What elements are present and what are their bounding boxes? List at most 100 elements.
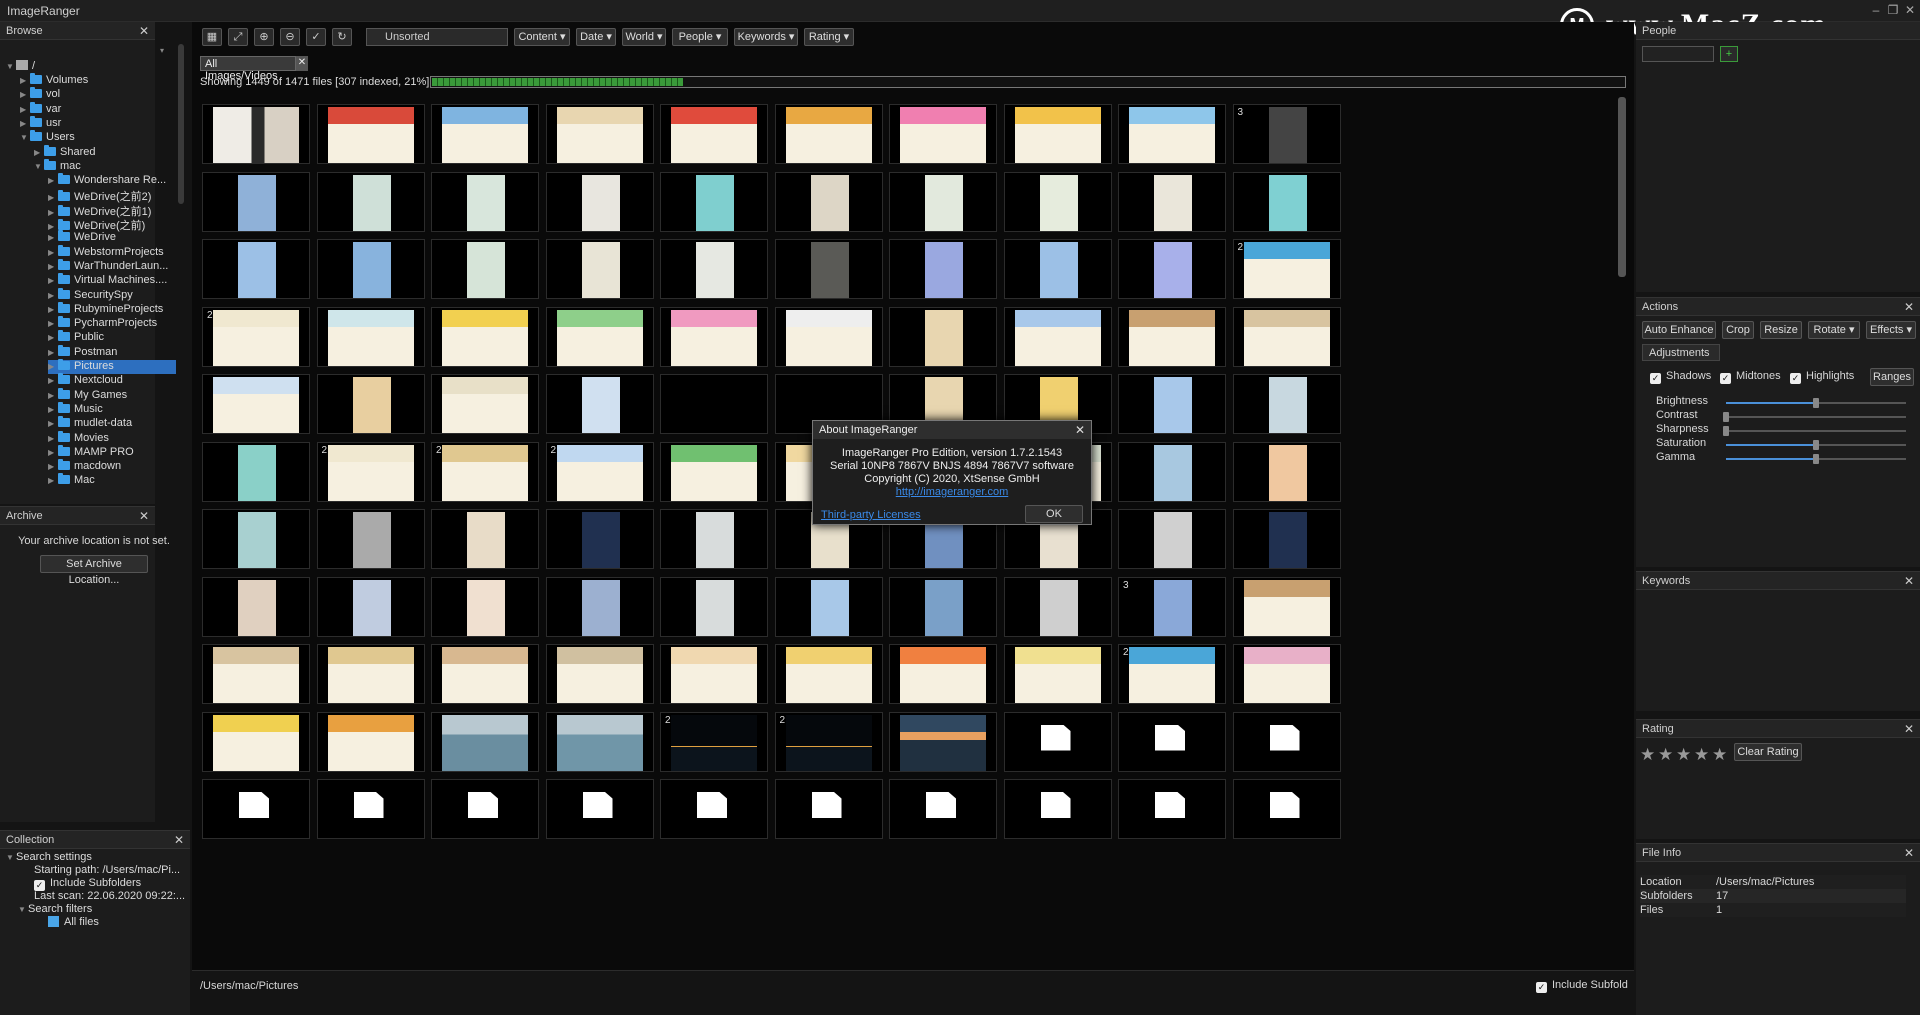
close-tab-icon[interactable]: ✕ bbox=[296, 56, 308, 71]
thumbnail[interactable] bbox=[202, 576, 310, 637]
thumbnail[interactable] bbox=[1003, 171, 1112, 232]
thumbnail[interactable] bbox=[774, 644, 883, 704]
tree-item[interactable]: ▶ Virtual Machines.... bbox=[48, 273, 167, 288]
thumbnail[interactable] bbox=[431, 306, 539, 367]
tree-item[interactable]: ▶ PycharmProjects bbox=[48, 316, 157, 331]
expand-icon[interactable]: ▶ bbox=[48, 434, 58, 443]
thumbnail[interactable] bbox=[202, 441, 310, 502]
thumbnail[interactable] bbox=[660, 239, 768, 299]
thumbnail[interactable] bbox=[316, 104, 425, 164]
star-icon[interactable]: ★ bbox=[1712, 745, 1727, 765]
thumbnail[interactable]: 3 bbox=[1118, 576, 1226, 637]
slider-knob[interactable] bbox=[1813, 454, 1819, 464]
thumbnail[interactable] bbox=[660, 576, 768, 637]
expand-icon[interactable]: ▶ bbox=[48, 391, 58, 400]
thumbnail[interactable] bbox=[1118, 374, 1226, 434]
footer-subfolders-checkbox[interactable]: ✓ bbox=[1536, 982, 1547, 993]
auto-enhance-button[interactable]: Auto Enhance bbox=[1642, 321, 1716, 339]
slider-knob[interactable] bbox=[1813, 440, 1819, 450]
expand-icon[interactable]: ▶ bbox=[48, 362, 58, 371]
adjustment-slider[interactable] bbox=[1723, 426, 1906, 436]
thumbnail[interactable]: 2 bbox=[1232, 239, 1341, 299]
expand-icon[interactable]: ▶ bbox=[48, 419, 58, 428]
close-window-icon[interactable]: ✕ bbox=[1903, 3, 1917, 17]
thumbnail[interactable] bbox=[889, 239, 997, 299]
thumbnail[interactable] bbox=[431, 644, 539, 704]
thumbnail[interactable] bbox=[1232, 171, 1341, 232]
thumbnail[interactable]: 2 bbox=[660, 711, 768, 772]
thumbnail[interactable] bbox=[774, 171, 883, 232]
thumbnail[interactable] bbox=[1003, 711, 1112, 772]
tree-item[interactable]: ▶ mudlet-data bbox=[48, 416, 132, 431]
thumbnail[interactable] bbox=[660, 441, 768, 502]
thumbnail[interactable] bbox=[316, 711, 425, 772]
expand-icon[interactable]: ▶ bbox=[48, 405, 58, 414]
thumbnail[interactable] bbox=[1118, 441, 1226, 502]
expand-icon[interactable]: ▶ bbox=[48, 176, 58, 185]
expand-icon[interactable]: ▶ bbox=[48, 319, 58, 328]
thumbnail-grid[interactable]: 3 2 2 2 2 2 3 2 2 2 bbox=[192, 94, 1612, 984]
slider-knob[interactable] bbox=[1723, 426, 1729, 436]
thumbnail[interactable] bbox=[1232, 779, 1341, 839]
thumbnail[interactable] bbox=[316, 171, 425, 232]
thumbnail[interactable] bbox=[431, 374, 539, 434]
thumbnail[interactable] bbox=[660, 171, 768, 232]
thumbnail[interactable]: 3 bbox=[1232, 104, 1341, 164]
thumbnail[interactable] bbox=[202, 171, 310, 232]
adjustment-slider[interactable] bbox=[1726, 454, 1906, 464]
highlights-toggle[interactable]: ✓ Highlights bbox=[1790, 370, 1854, 384]
thumbnail[interactable] bbox=[889, 104, 997, 164]
tree-item[interactable]: ▶ SecuritySpy bbox=[48, 287, 133, 303]
expand-icon[interactable]: ▶ bbox=[34, 148, 44, 157]
thumbnail[interactable] bbox=[316, 509, 425, 569]
close-rating-icon[interactable]: ✕ bbox=[1904, 722, 1914, 736]
thumbnail[interactable] bbox=[1232, 374, 1341, 434]
thumbnail[interactable] bbox=[1003, 104, 1112, 164]
sort-select[interactable]: Unsorted bbox=[366, 28, 508, 46]
adjustment-slider[interactable] bbox=[1723, 412, 1906, 422]
search-filters-row[interactable]: ▼ Search filters bbox=[18, 903, 92, 917]
tab-adjustments[interactable]: Adjustments bbox=[1642, 344, 1720, 361]
include-subfolders-row[interactable]: ✓ Include Subfolders bbox=[34, 877, 141, 891]
about-website-link[interactable]: http://imageranger.com bbox=[813, 486, 1091, 498]
thumbnail[interactable] bbox=[431, 509, 539, 569]
thumbnail[interactable] bbox=[1003, 576, 1112, 637]
thumbnail[interactable] bbox=[1232, 509, 1341, 569]
tree-item[interactable]: ▶ macdown bbox=[48, 459, 121, 474]
thumbnail[interactable] bbox=[1118, 239, 1226, 299]
star-icon[interactable]: ★ bbox=[1640, 745, 1655, 765]
thumbnail[interactable] bbox=[1232, 441, 1341, 502]
midtones-toggle[interactable]: ✓ Midtones bbox=[1720, 370, 1781, 384]
thumbnail[interactable] bbox=[316, 306, 425, 367]
expand-icon[interactable]: ▶ bbox=[48, 348, 58, 357]
expand-icon[interactable]: ▶ bbox=[20, 90, 30, 99]
expand-icon[interactable]: ▶ bbox=[48, 208, 58, 217]
set-archive-location-button[interactable]: Set Archive Location... bbox=[40, 555, 148, 586]
highlights-checkbox[interactable]: ✓ bbox=[1790, 373, 1801, 384]
thumbnail[interactable]: 2 bbox=[774, 711, 883, 772]
refresh-icon[interactable]: ↻ bbox=[332, 28, 352, 46]
fit-icon[interactable]: ⤢ bbox=[228, 28, 248, 46]
add-person-icon[interactable]: + bbox=[1720, 46, 1738, 62]
thumbnail[interactable] bbox=[316, 239, 425, 299]
close-browse-icon[interactable]: ✕ bbox=[139, 24, 149, 38]
thumbnail[interactable]: 2 bbox=[1118, 644, 1226, 704]
tree-item[interactable]: ▶ Nextcloud bbox=[48, 373, 123, 388]
tree-item[interactable]: ▶ WeDrive bbox=[48, 230, 116, 245]
thumbnail[interactable] bbox=[660, 779, 768, 839]
thumbnail[interactable] bbox=[431, 104, 539, 164]
third-party-licenses-link[interactable]: Third-party Licenses bbox=[821, 509, 921, 521]
thumbnail[interactable] bbox=[1118, 779, 1226, 839]
expand-icon[interactable]: ▶ bbox=[48, 222, 58, 231]
tree-item[interactable]: ▶ My Games bbox=[48, 387, 127, 403]
tree-root[interactable]: ▼ / bbox=[6, 60, 35, 74]
crop-button[interactable]: Crop bbox=[1722, 321, 1754, 339]
thumbnail[interactable] bbox=[774, 239, 883, 299]
tree-item[interactable]: ▶ WeDrive(之前2) bbox=[48, 188, 151, 203]
expand-icon[interactable]: ▶ bbox=[48, 476, 58, 485]
thumbnail[interactable]: 2 bbox=[202, 306, 310, 367]
expand-icon[interactable]: ▶ bbox=[48, 233, 58, 242]
thumbnail[interactable] bbox=[431, 576, 539, 637]
close-file-info-icon[interactable]: ✕ bbox=[1904, 846, 1914, 860]
tree-item[interactable]: ▶ var bbox=[20, 101, 61, 117]
